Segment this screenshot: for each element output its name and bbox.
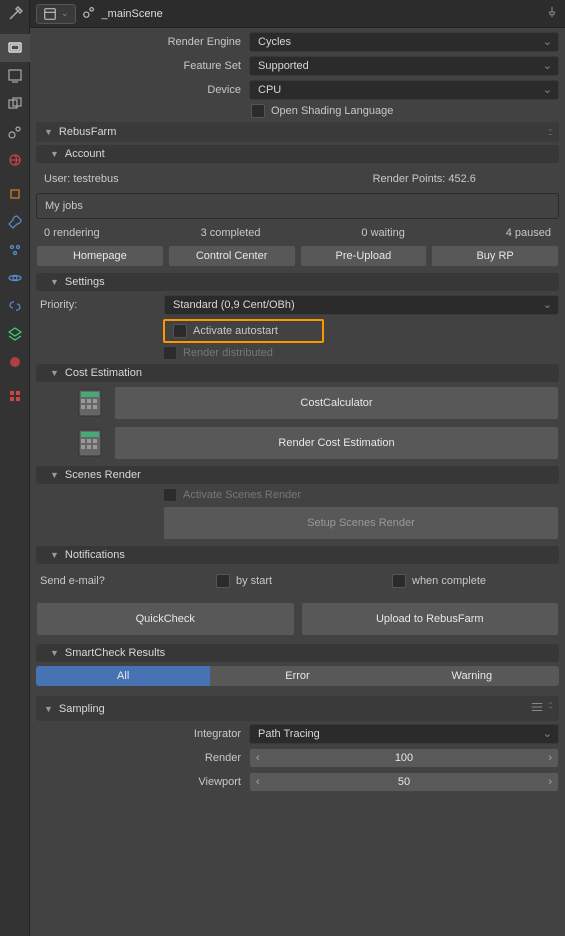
priority-label: Priority:: [36, 299, 156, 311]
activate-scenes-checkbox[interactable]: [163, 488, 177, 502]
render-engine-select[interactable]: Cycles: [249, 32, 559, 52]
tool-icon[interactable]: [0, 0, 30, 28]
filter-error-button[interactable]: Error: [210, 666, 384, 686]
calculator-icon: [76, 427, 104, 459]
quickcheck-button[interactable]: QuickCheck: [36, 602, 295, 636]
jobs-completed: 3 completed: [201, 227, 261, 239]
render-points-label: Render Points: 452.6: [298, 173, 552, 185]
cost-subpanel-header[interactable]: ▼ Cost Estimation: [36, 364, 559, 382]
setup-scenes-button[interactable]: Setup Scenes Render: [163, 506, 559, 540]
chevron-down-icon: ▼: [44, 127, 53, 137]
when-complete-checkbox[interactable]: [392, 574, 406, 588]
pre-upload-button[interactable]: Pre-Upload: [300, 245, 428, 267]
chevron-down-icon: ▼: [44, 704, 53, 714]
modifier-icon[interactable]: [0, 208, 30, 236]
control-center-button[interactable]: Control Center: [168, 245, 296, 267]
drag-handle-icon[interactable]: ::::: [548, 700, 551, 717]
jobs-rendering: 0 rendering: [44, 227, 100, 239]
user-label: User: testrebus: [44, 173, 298, 185]
by-start-label: by start: [236, 575, 386, 587]
scene-datablock-icon: [82, 5, 96, 22]
feature-set-label: Feature Set: [36, 60, 241, 72]
by-start-checkbox[interactable]: [216, 574, 230, 588]
constraint-icon[interactable]: [0, 292, 30, 320]
upload-button[interactable]: Upload to RebusFarm: [301, 602, 560, 636]
smartcheck-subpanel-header[interactable]: ▼ SmartCheck Results: [36, 644, 559, 662]
chevron-down-icon: ▼: [50, 277, 59, 287]
chevron-down-icon: ▼: [50, 550, 59, 560]
integrator-select[interactable]: Path Tracing: [249, 724, 559, 744]
priority-select[interactable]: Standard (0,9 Cent/OBh): [164, 295, 559, 315]
scene-name[interactable]: _mainScene: [102, 8, 163, 20]
texture-icon[interactable]: [0, 382, 30, 410]
my-jobs-box[interactable]: My jobs: [36, 193, 559, 219]
chevron-down-icon: ▼: [50, 470, 59, 480]
device-select[interactable]: CPU: [249, 80, 559, 100]
distributed-label: Render distributed: [183, 347, 273, 359]
scenes-render-subpanel-header[interactable]: ▼ Scenes Render: [36, 466, 559, 484]
distributed-checkbox[interactable]: [163, 346, 177, 360]
feature-set-select[interactable]: Supported: [249, 56, 559, 76]
viewport-samples-input[interactable]: 50: [249, 772, 559, 792]
render-cost-estimation-button[interactable]: Render Cost Estimation: [114, 426, 559, 460]
viewport-samples-label: Viewport: [36, 776, 241, 788]
drag-handle-icon[interactable]: ::::: [548, 127, 551, 138]
cost-calculator-button[interactable]: CostCalculator: [114, 386, 559, 420]
world-icon[interactable]: [0, 146, 30, 174]
activate-scenes-label: Activate Scenes Render: [183, 489, 301, 501]
editor-type-dropdown[interactable]: ⌄: [36, 4, 76, 24]
properties-tab-bar: [0, 0, 30, 936]
autostart-highlight: Activate autostart: [163, 319, 324, 343]
settings-subpanel-header[interactable]: ▼ Settings: [36, 273, 559, 291]
preset-icon[interactable]: [530, 700, 544, 717]
sampling-panel-header[interactable]: ▼ Sampling ::::: [36, 696, 559, 721]
integrator-label: Integrator: [36, 728, 241, 740]
rebusfarm-panel-header[interactable]: ▼ RebusFarm ::::: [36, 122, 559, 142]
osl-label: Open Shading Language: [271, 105, 393, 117]
autostart-checkbox[interactable]: [173, 324, 187, 338]
render-engine-label: Render Engine: [36, 36, 241, 48]
calculator-icon: [76, 387, 104, 419]
account-subpanel-header[interactable]: ▼ Account: [36, 145, 559, 163]
output-icon[interactable]: [0, 62, 30, 90]
when-complete-label: when complete: [412, 575, 486, 587]
pin-icon[interactable]: [545, 5, 559, 22]
jobs-paused: 4 paused: [506, 227, 551, 239]
send-email-label: Send e-mail?: [40, 575, 210, 587]
device-label: Device: [36, 84, 241, 96]
notifications-subpanel-header[interactable]: ▼ Notifications: [36, 546, 559, 564]
header-bar: ⌄ _mainScene: [30, 0, 565, 28]
physics-icon[interactable]: [0, 264, 30, 292]
filter-warning-button[interactable]: Warning: [385, 666, 559, 686]
object-icon[interactable]: [0, 180, 30, 208]
filter-all-button[interactable]: All: [36, 666, 210, 686]
buy-rp-button[interactable]: Buy RP: [431, 245, 559, 267]
chevron-down-icon: ▼: [50, 648, 59, 658]
data-icon[interactable]: [0, 320, 30, 348]
jobs-waiting: 0 waiting: [361, 227, 404, 239]
render-samples-label: Render: [36, 752, 241, 764]
render-samples-input[interactable]: 100: [249, 748, 559, 768]
material-icon[interactable]: [0, 348, 30, 376]
homepage-button[interactable]: Homepage: [36, 245, 164, 267]
autostart-label: Activate autostart: [193, 325, 278, 337]
scene-icon[interactable]: [0, 118, 30, 146]
chevron-down-icon: ▼: [50, 368, 59, 378]
chevron-down-icon: ▼: [50, 149, 59, 159]
osl-checkbox[interactable]: [251, 104, 265, 118]
particle-icon[interactable]: [0, 236, 30, 264]
render-icon[interactable]: [0, 34, 30, 62]
view-layer-icon[interactable]: [0, 90, 30, 118]
